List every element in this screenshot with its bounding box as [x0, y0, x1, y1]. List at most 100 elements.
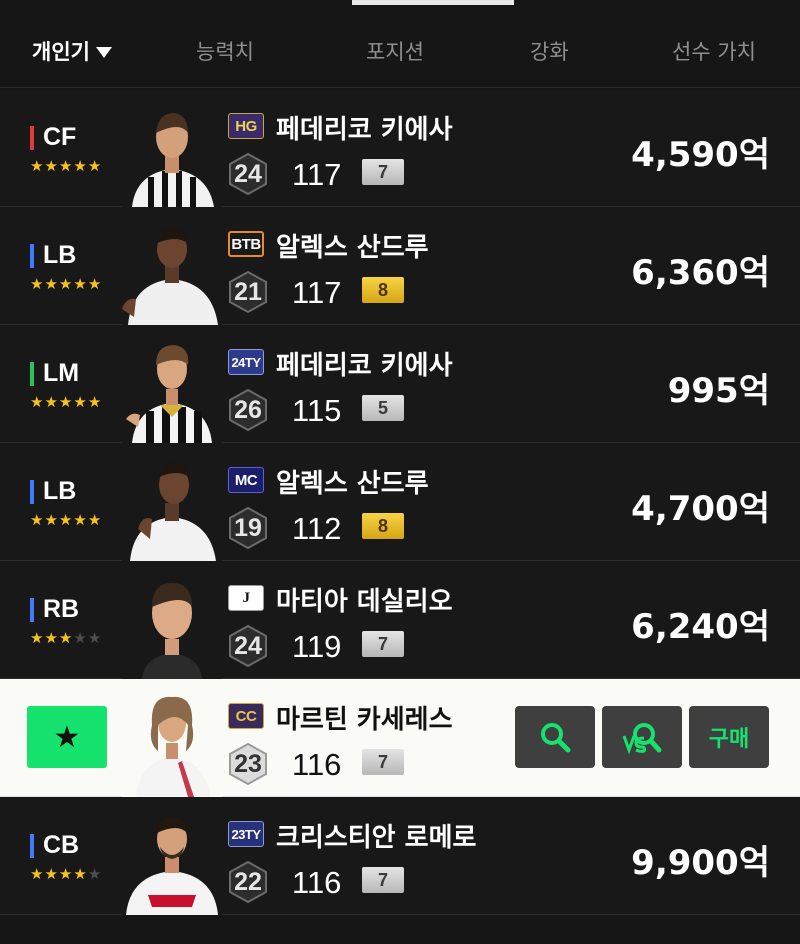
position-label: CF	[30, 123, 76, 152]
player-photo	[122, 95, 222, 207]
player-name: 페데리코 키에사	[276, 351, 453, 381]
player-row[interactable]: CF ★★★★★ HG 페데리코 키에사 24 117 7 4,590억	[0, 89, 800, 207]
position-label: CB	[30, 831, 79, 860]
overall-rating: 119	[292, 629, 342, 664]
search-player-button[interactable]	[515, 706, 595, 768]
sort-tab-label: 개인기	[32, 40, 90, 64]
enhance-grade-badge: 7	[362, 867, 404, 893]
level-hexagon: 21	[226, 270, 270, 314]
skill-stars: ★★★★★	[30, 395, 102, 410]
skill-stars: ★★★★★	[30, 277, 102, 292]
position-text: LB	[43, 477, 77, 505]
position-text: CF	[43, 123, 77, 151]
position-label: LM	[30, 359, 79, 388]
position-color-bar	[30, 833, 34, 858]
overall-rating: 117	[292, 157, 342, 192]
player-list: CF ★★★★★ HG 페데리코 키에사 24 117 7 4,590억 LB …	[0, 89, 800, 915]
season-badge: CC	[228, 703, 264, 729]
buy-button[interactable]: 구매	[689, 706, 769, 768]
level-hexagon: 22	[226, 860, 270, 904]
enhance-grade-badge: 7	[362, 631, 404, 657]
position-color-bar	[30, 243, 34, 268]
star-filled-icon: ★	[73, 157, 88, 175]
player-price: 4,590억	[631, 135, 770, 175]
star-empty-icon: ★	[73, 629, 88, 647]
player-price: 6,360억	[631, 253, 770, 293]
player-photo	[122, 803, 222, 915]
star-filled-icon: ★	[44, 865, 59, 883]
star-filled-icon: ★	[58, 629, 74, 647]
star-filled-icon: ★	[73, 275, 88, 293]
star-empty-icon: ★	[87, 629, 103, 647]
player-row[interactable]: CB ★★★★★ 23TY 크리스티안 로메로 22 116 7 9,900억	[0, 797, 800, 915]
position-color-bar	[30, 361, 34, 386]
skill-stars: ★★★★★	[30, 867, 102, 882]
star-filled-icon: ★	[73, 865, 88, 883]
player-row[interactable]: LM ★★★★★ 24TY 페데리코 키에사 26 115 5 995억	[0, 325, 800, 443]
compare-player-button[interactable]	[602, 706, 682, 768]
enhance-grade-badge: 8	[362, 277, 404, 303]
position-color-bar	[30, 125, 34, 150]
player-row[interactable]: RB ★★★★★ J 마티아 데실리오 24 119 7 6,240억	[0, 561, 800, 679]
player-row[interactable]: LB ★★★★★ BTB 알렉스 산드루 21 117 8 6,360억	[0, 207, 800, 325]
star-filled-icon: ★	[30, 157, 45, 175]
level-text: 24	[234, 160, 262, 188]
level-text: 19	[234, 514, 262, 542]
sort-by-value-tab[interactable]: 선수 가치	[672, 36, 756, 66]
level-hexagon: 19	[226, 506, 270, 550]
player-row[interactable]: LB ★★★★★ MC 알렉스 산드루 19 112 8 4,700억	[0, 443, 800, 561]
player-name: 알렉스 산드루	[276, 469, 429, 499]
enhance-grade-badge: 8	[362, 513, 404, 539]
overall-rating: 112	[292, 511, 342, 546]
player-name: 페데리코 키에사	[276, 115, 453, 145]
level-hexagon: 24	[226, 152, 270, 196]
player-row-selected[interactable]: ★ CC 마르틴 카세레스 23 116 7 구매	[0, 679, 800, 797]
level-text: 26	[234, 396, 262, 424]
position-text: CB	[43, 831, 80, 859]
level-text: 22	[234, 868, 262, 896]
position-text: RB	[43, 595, 80, 623]
player-photo	[122, 685, 222, 797]
season-badge: 23TY	[228, 821, 264, 847]
level-hexagon: 26	[226, 388, 270, 432]
position-label: RB	[30, 595, 79, 624]
search-icon	[541, 723, 571, 753]
star-filled-icon: ★	[44, 393, 59, 411]
star-filled-icon: ★	[58, 393, 74, 411]
sort-by-enhance-tab[interactable]: 강화	[530, 36, 569, 66]
overall-rating: 115	[292, 393, 342, 428]
sort-by-skill-tab[interactable]: 개인기	[32, 36, 112, 66]
caret-down-icon	[95, 46, 112, 58]
position-label: LB	[30, 241, 76, 270]
player-price: 995억	[667, 371, 770, 411]
overall-rating: 117	[292, 275, 342, 310]
star-filled-icon: ★	[30, 629, 45, 647]
season-badge: BTB	[228, 231, 264, 257]
star-filled-icon: ★	[73, 511, 88, 529]
player-name: 크리스티안 로메로	[276, 823, 477, 853]
player-photo	[122, 331, 222, 443]
level-hexagon: 23	[226, 742, 270, 786]
vs-compare-icon	[622, 723, 662, 754]
star-filled-icon: ★	[58, 275, 74, 293]
sort-header: 개인기 능력치 포지션 강화 선수 가치	[0, 0, 800, 88]
enhance-grade-badge: 7	[362, 749, 404, 775]
season-badge: 24TY	[228, 349, 264, 375]
skill-stars: ★★★★★	[30, 631, 102, 646]
overall-rating: 116	[292, 747, 342, 782]
star-filled-icon: ★	[73, 393, 88, 411]
position-color-bar	[30, 597, 34, 622]
sort-by-ability-tab[interactable]: 능력치	[196, 36, 254, 66]
star-filled-icon: ★	[30, 865, 45, 883]
level-hexagon: 24	[226, 624, 270, 668]
season-badge: MC	[228, 467, 264, 493]
star-filled-icon: ★	[44, 511, 59, 529]
sort-by-position-tab[interactable]: 포지션	[366, 36, 424, 66]
season-badge: HG	[228, 113, 264, 139]
player-name: 마르틴 카세레스	[276, 705, 453, 735]
favorite-button[interactable]: ★	[27, 706, 107, 768]
player-price: 9,900억	[631, 843, 770, 883]
star-filled-icon: ★	[58, 865, 74, 883]
position-color-bar	[30, 479, 34, 504]
skill-stars: ★★★★★	[30, 159, 102, 174]
